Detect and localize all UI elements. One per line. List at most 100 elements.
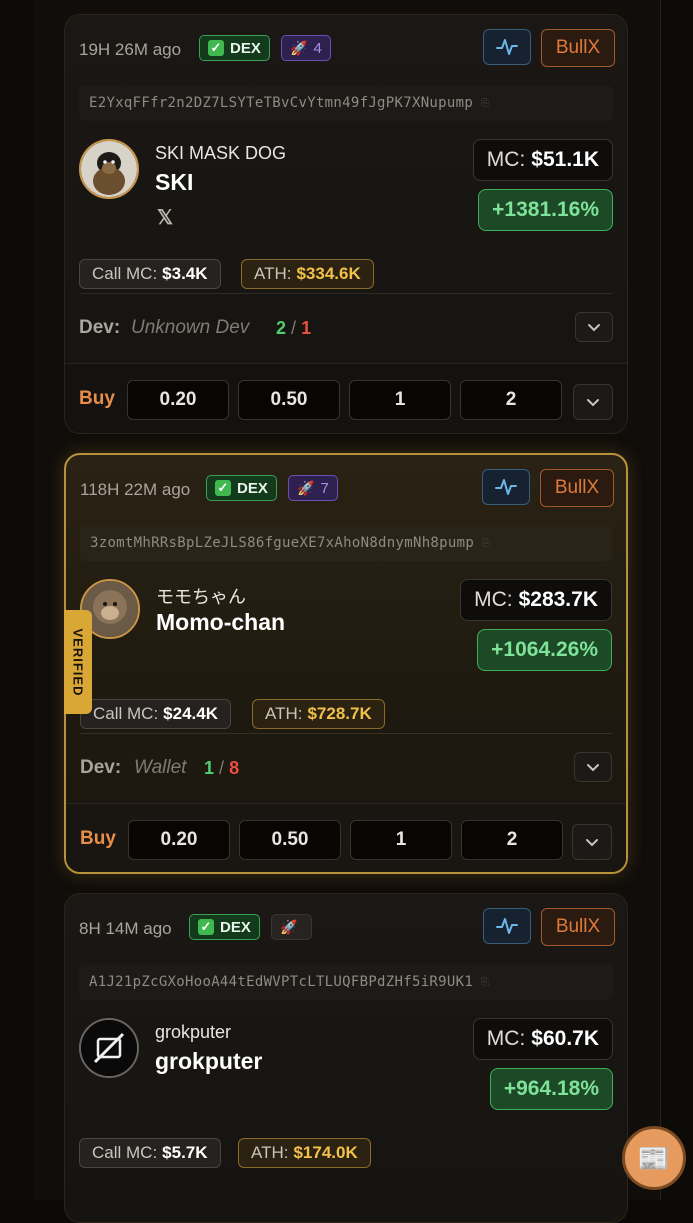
dev-fail-count: 1 (301, 318, 312, 338)
dex-badge: ✓ DEX (199, 35, 270, 61)
dex-badge: ✓ DEX (206, 475, 277, 501)
avatar (79, 1018, 139, 1078)
check-icon: ✓ (198, 919, 214, 935)
ath-label: ATH: (254, 264, 292, 283)
mc-label: MC: (486, 148, 526, 171)
dex-badge: ✓ DEX (189, 914, 260, 940)
activity-pulse-icon (496, 39, 518, 55)
buy-amount-button[interactable]: 2 (461, 820, 563, 860)
ath-value: $174.0K (293, 1143, 358, 1162)
buy-bar: Buy 0.20 0.50 1 2 (65, 363, 627, 433)
divider (79, 293, 613, 294)
dev-stats: 2 / 1 (276, 318, 311, 339)
token-symbol: grokputer (155, 1048, 263, 1074)
call-age: 8H 14M ago (79, 919, 172, 938)
mc-value: $60.7K (531, 1027, 599, 1050)
dex-label: DEX (237, 479, 268, 497)
grok-logo-image (81, 1020, 137, 1076)
call-mc-label: Call MC: (92, 264, 158, 283)
price-change: +1064.26% (477, 629, 612, 671)
call-mc-value: $24.4K (163, 704, 218, 723)
chevron-down-icon (588, 323, 600, 331)
card-header: 118H 22M ago ✓ DEX 🚀 7 BullX (80, 469, 614, 507)
buy-amount-button[interactable]: 0.50 (239, 820, 341, 860)
ath-value: $334.6K (296, 264, 361, 283)
token-card: 8H 14M ago ✓ DEX 🚀 BullX A1J21pZcGXoHooA… (64, 893, 628, 1223)
chevron-down-icon (587, 763, 599, 771)
contract-address[interactable]: 3zomtMhRRsBpLZeJLS86fgueXE7xAhoN8dnymNh8… (80, 525, 612, 561)
mc-label: MC: (486, 1027, 526, 1050)
rocket-badge: 🚀 4 (281, 35, 331, 61)
bullx-button[interactable]: BullX (540, 469, 614, 507)
verified-tag: VERIFIED (64, 610, 92, 714)
mc-value: $283.7K (518, 588, 598, 611)
dex-label: DEX (230, 39, 261, 57)
dev-row: Dev: Unknown Dev 2 / 1 (79, 312, 613, 345)
copy-icon[interactable]: ⎘ (481, 977, 489, 988)
bullx-button[interactable]: BullX (541, 908, 615, 946)
ath-value: $728.7K (307, 704, 372, 723)
ath-label: ATH: (265, 704, 303, 723)
rocket-badge: 🚀 (271, 914, 313, 940)
ath-label: ATH: (251, 1143, 289, 1162)
rocket-icon: 🚀 (290, 39, 308, 56)
buy-amount-button[interactable]: 2 (460, 380, 562, 420)
buy-amount-button[interactable]: 0.20 (128, 820, 230, 860)
market-cap: MC: $60.7K (472, 1018, 613, 1060)
price-change: +964.18% (489, 1068, 613, 1110)
call-mc-pill: Call MC: $3.4K (79, 259, 221, 289)
news-fab[interactable]: 📰 (622, 1126, 686, 1190)
buy-amount-button[interactable]: 0.50 (238, 380, 340, 420)
call-mc-value: $5.7K (162, 1143, 208, 1162)
call-mc-pill: Call MC: $24.4K (80, 699, 231, 729)
newspaper-icon: 📰 (637, 1142, 671, 1173)
dev-label: Dev: (80, 757, 122, 778)
avatar (79, 139, 139, 199)
dev-stats: 1 / 8 (204, 758, 239, 779)
chart-button[interactable] (483, 29, 531, 65)
address-text: E2YxqFFfr2n2DZ7LSYTeTBvCvYtmn49fJgPK7XNu… (89, 95, 474, 111)
dex-label: DEX (220, 918, 251, 936)
rocket-badge: 🚀 7 (288, 475, 338, 501)
buy-amount-button[interactable]: 1 (349, 380, 451, 420)
dev-fail-count: 8 (229, 758, 240, 778)
buy-amount-button[interactable]: 1 (350, 820, 452, 860)
token-card: 19H 26M ago ✓ DEX 🚀 4 BullX E2YxqFFfr2n2… (64, 14, 628, 434)
chart-button[interactable] (482, 469, 530, 505)
buy-label: Buy (80, 828, 116, 849)
mc-value: $51.1K (531, 148, 599, 171)
chart-button[interactable] (483, 908, 531, 944)
buy-more-button[interactable] (573, 384, 613, 420)
dev-name: Wallet (134, 757, 187, 778)
token-symbol: SKI (155, 169, 194, 195)
check-icon: ✓ (208, 40, 224, 56)
rocket-icon: 🚀 (297, 479, 315, 496)
token-card-verified: 118H 22M ago ✓ DEX 🚀 7 BullX 3zomtMhRRsB… (64, 453, 628, 874)
divider (80, 733, 612, 734)
call-mc-label: Call MC: (93, 704, 159, 723)
contract-address[interactable]: E2YxqFFfr2n2DZ7LSYTeTBvCvYtmn49fJgPK7XNu… (79, 85, 613, 121)
right-rail (660, 0, 693, 1200)
expand-dev-button[interactable] (575, 312, 613, 342)
chevron-down-icon (586, 838, 598, 846)
dev-success-count: 1 (204, 758, 215, 778)
expand-dev-button[interactable] (574, 752, 612, 782)
dev-stats-separator: / (291, 318, 297, 338)
token-name: SKI MASK DOG (155, 143, 287, 163)
address-text: A1J21pZcGXoHooA44tEdWVPTcLTLUQFBPdZHf5iR… (89, 974, 474, 990)
token-symbol: Momo-chan (156, 609, 286, 635)
buy-more-button[interactable] (572, 824, 612, 860)
ath-pill: ATH: $334.6K (241, 259, 374, 289)
buy-amount-button[interactable]: 0.20 (127, 380, 229, 420)
bullx-button[interactable]: BullX (541, 29, 615, 67)
card-header: 8H 14M ago ✓ DEX 🚀 BullX (79, 908, 615, 946)
x-logo-icon[interactable]: 𝕏 (157, 205, 173, 230)
rocket-count: 7 (320, 479, 329, 497)
contract-address[interactable]: A1J21pZcGXoHooA44tEdWVPTcLTLUQFBPdZHf5iR… (79, 964, 613, 1000)
copy-icon[interactable]: ⎘ (481, 98, 489, 109)
dev-success-count: 2 (276, 318, 287, 338)
check-icon: ✓ (215, 480, 231, 496)
chevron-down-icon (587, 398, 599, 406)
rocket-count: 4 (313, 39, 322, 57)
copy-icon[interactable]: ⎘ (482, 538, 490, 549)
